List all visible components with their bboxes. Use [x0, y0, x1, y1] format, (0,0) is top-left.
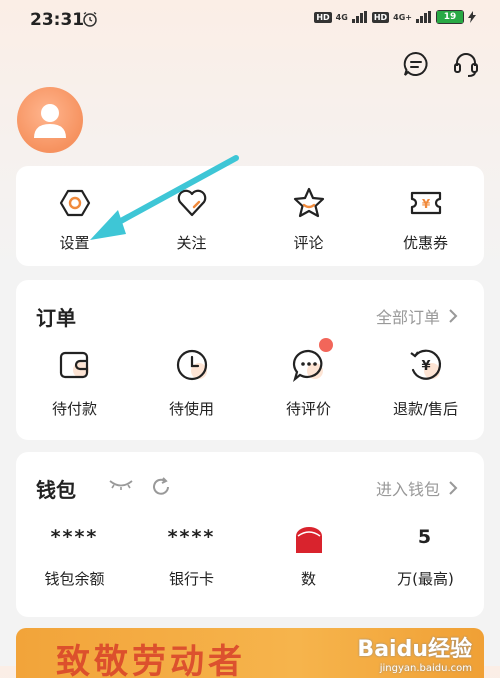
wallet-items-row: **** 钱包余额 **** 银行卡 数 5 万(最高)	[16, 526, 484, 589]
refresh-icon[interactable]	[150, 476, 172, 498]
bank-card-value: ****	[167, 526, 216, 548]
follow-button[interactable]: 关注	[133, 166, 250, 266]
to-use-button[interactable]: 待使用	[133, 346, 250, 419]
pending-payment-button[interactable]: 待付款	[16, 346, 133, 419]
signal-2-label: 4G+	[393, 12, 412, 22]
battery-level: 19	[443, 12, 457, 22]
coupons-label: 优惠券	[402, 234, 448, 252]
refund-button[interactable]: ¥ 退款/售后	[367, 346, 484, 419]
to-review-button[interactable]: 待评价	[250, 338, 367, 419]
loan-limit-value: 5	[417, 526, 434, 548]
battery-indicator: 19	[436, 10, 464, 24]
hexagon-gear-icon	[59, 189, 90, 217]
orders-card: 订单 全部订单 待付款 待使用 待评价 ¥ 退款/售后	[16, 280, 484, 440]
wallet-balance-button[interactable]: **** 钱包余额	[16, 526, 133, 589]
headset-icon	[454, 53, 478, 77]
hide-balance-icon[interactable]	[108, 476, 134, 492]
red-envelope-icon	[295, 527, 322, 553]
clock-time: 23:31	[30, 10, 85, 30]
follow-label: 关注	[176, 234, 207, 252]
to-use-label: 待使用	[168, 400, 214, 418]
clock-icon	[176, 349, 207, 381]
enter-wallet-label: 进入钱包	[375, 480, 440, 499]
signal-1-label: 4G	[335, 12, 348, 22]
signal-bars-icon	[351, 11, 367, 23]
wallet-card: 钱包 进入钱包 **** 钱包余额 **** 银行卡 数 5 万(最高)	[16, 452, 484, 617]
wallet-balance-label: 钱包余额	[44, 570, 105, 588]
chevron-right-icon	[449, 481, 458, 495]
order-status-row: 待付款 待使用 待评价 ¥ 退款/售后	[16, 338, 484, 419]
coupons-button[interactable]: ¥ 优惠券	[367, 166, 484, 266]
top-actions	[400, 48, 482, 80]
hd-badge: HD	[314, 11, 332, 23]
refund-label: 退款/售后	[392, 400, 459, 418]
quick-actions-card: 设置 关注 评论 ¥ 优惠券	[16, 166, 484, 266]
user-silhouette-icon	[34, 104, 66, 138]
system-icons: HD 4G HD 4G+ 19	[314, 10, 476, 24]
chat-bubble-icon	[292, 349, 323, 383]
refund-icon: ¥	[409, 349, 441, 380]
heart-icon	[177, 189, 206, 217]
customer-service-button[interactable]	[450, 48, 482, 80]
reviews-button[interactable]: 评论	[250, 166, 367, 266]
status-bar: 23:31 HD 4G HD 4G+ 19	[0, 0, 500, 40]
bank-card-button[interactable]: **** 银行卡	[133, 526, 250, 589]
watermark-url: jingyan.baidu.com	[379, 663, 472, 674]
promo-banner[interactable]: 致敬劳动者 Baidu经验 jingyan.baidu.com	[16, 628, 484, 678]
loan-limit-label: 万(最高)	[397, 570, 454, 588]
charging-icon	[468, 11, 476, 23]
pending-payment-label: 待付款	[51, 400, 97, 418]
wallet-title: 钱包	[36, 478, 76, 502]
reviews-label: 评论	[293, 234, 324, 252]
wallet-icon	[59, 351, 89, 379]
coupon-icon: ¥	[410, 191, 441, 215]
all-orders-link[interactable]: 全部订单	[376, 304, 458, 328]
hd-badge-2: HD	[371, 11, 390, 23]
svg-text:¥: ¥	[421, 197, 430, 211]
to-review-label: 待评价	[285, 400, 331, 418]
wallet-balance-value: ****	[50, 526, 99, 548]
loan-limit-button[interactable]: 5 万(最高)	[367, 526, 484, 589]
orders-title: 订单	[36, 306, 76, 330]
enter-wallet-link[interactable]: 进入钱包	[376, 476, 458, 500]
notification-dot	[318, 338, 333, 352]
message-button[interactable]	[400, 48, 432, 80]
all-orders-label: 全部订单	[375, 308, 440, 327]
user-avatar[interactable]	[17, 87, 83, 153]
baidu-watermark: Baidu经验 jingyan.baidu.com	[357, 631, 472, 674]
wallet-item-3-label: 数	[300, 570, 316, 588]
signal-bars-icon-2	[416, 11, 431, 23]
bank-card-label: 银行卡	[168, 570, 214, 588]
star-icon	[293, 187, 324, 218]
alarm-icon	[83, 11, 97, 27]
message-icon	[403, 51, 428, 76]
wallet-item-3-button[interactable]: 数	[250, 526, 367, 589]
settings-button[interactable]: 设置	[16, 166, 133, 266]
banner-text: 致敬劳动者	[56, 642, 246, 678]
watermark-brand: Baidu经验	[357, 637, 472, 662]
settings-label: 设置	[59, 234, 90, 252]
chevron-right-icon	[449, 309, 458, 323]
svg-text:¥: ¥	[421, 359, 430, 374]
